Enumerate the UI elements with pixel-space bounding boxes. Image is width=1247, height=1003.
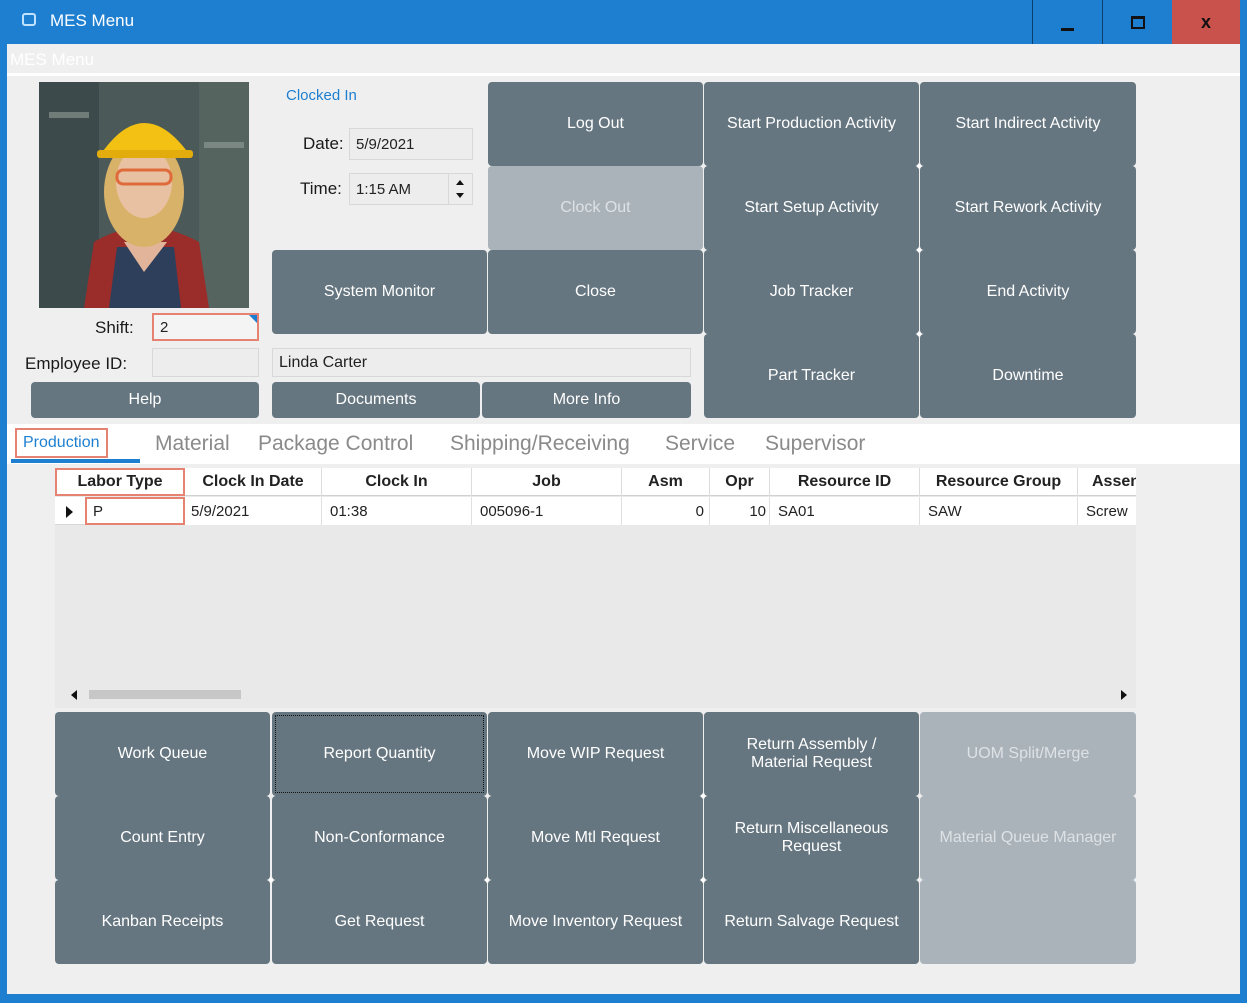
column-header-opr[interactable]: Opr [710,468,770,496]
job-tracker-button[interactable]: Job Tracker [704,250,919,334]
date-label: Date: [303,134,344,153]
app-icon [22,13,36,26]
sub-title-bar [7,44,1240,76]
column-header-labor-type[interactable]: Labor Type [55,468,185,496]
sub-title: MES Menu [10,50,95,69]
end-activity-button[interactable]: End Activity [920,250,1136,334]
column-header-resource-id[interactable]: Resource ID [770,468,920,496]
move-mtl-request-button[interactable]: Move Mtl Request [488,796,703,880]
cell-resource-id[interactable]: SA01 [770,497,920,525]
spin-up-icon[interactable] [456,180,464,185]
clocked-status: Clocked In [286,87,357,104]
work-queue-button[interactable]: Work Queue [55,712,270,796]
documents-button[interactable]: Documents [272,382,480,418]
employee-photo [39,82,249,308]
clock-out-button[interactable]: Clock Out [488,166,703,250]
shift-label: Shift: [95,318,134,337]
column-header-assembly[interactable]: Assen [1078,468,1136,496]
minimize-button[interactable] [1032,0,1102,44]
move-wip-request-button[interactable]: Move WIP Request [488,712,703,796]
close-button[interactable]: Close [488,250,703,334]
empty-action-tile [920,880,1136,964]
close-icon: x [1200,11,1211,32]
tab-material[interactable]: Material [155,432,230,456]
return-assembly-material-button[interactable]: Return Assembly / Material Request [704,712,919,796]
column-header-asm[interactable]: Asm [622,468,710,496]
tab-production[interactable]: Production [15,428,108,458]
column-header-job[interactable]: Job [472,468,622,496]
window-title: MES Menu [50,11,135,30]
downtime-button[interactable]: Downtime [920,334,1136,418]
system-monitor-button[interactable]: System Monitor [272,250,487,334]
minimize-icon [1061,27,1074,31]
cell-clock-in-date[interactable]: 5/9/2021 [185,497,322,525]
start-production-button[interactable]: Start Production Activity [704,82,919,166]
time-field[interactable]: 1:15 AM [349,173,451,205]
cell-asm[interactable]: 0 [622,497,710,525]
return-miscellaneous-button[interactable]: Return Miscellaneous Request [704,796,919,880]
help-button[interactable]: Help [31,382,259,418]
move-inventory-request-button[interactable]: Move Inventory Request [488,880,703,964]
scrollbar-thumb[interactable] [89,690,241,699]
employee-id-field[interactable] [152,348,259,377]
time-label: Time: [300,179,342,198]
column-header-clock-in-date[interactable]: Clock In Date [185,468,322,496]
cell-assembly[interactable]: Screw [1078,497,1136,525]
column-header-clock-in[interactable]: Clock In [322,468,472,496]
tab-package-control[interactable]: Package Control [258,432,413,456]
start-rework-button[interactable]: Start Rework Activity [920,166,1136,250]
active-tab-indicator [11,459,140,463]
material-queue-manager-button[interactable]: Material Queue Manager [920,796,1136,880]
part-tracker-button[interactable]: Part Tracker [704,334,919,418]
shift-corner-marker [249,315,257,323]
scroll-left-icon[interactable] [71,690,77,700]
employee-id-label: Employee ID: [25,354,128,373]
cell-clock-in[interactable]: 01:38 [322,497,472,525]
return-salvage-request-button[interactable]: Return Salvage Request [704,880,919,964]
row-selector-icon [66,506,73,518]
close-window-button[interactable]: x [1172,0,1240,44]
non-conformance-button[interactable]: Non-Conformance [272,796,487,880]
date-field[interactable]: 5/9/2021 [349,128,473,160]
kanban-receipts-button[interactable]: Kanban Receipts [55,880,270,964]
maximize-icon [1130,15,1145,29]
time-spinner[interactable] [448,173,473,205]
cell-opr[interactable]: 10 [710,497,770,525]
start-indirect-button[interactable]: Start Indirect Activity [920,82,1136,166]
report-quantity-button[interactable]: Report Quantity [272,712,487,796]
shift-field[interactable]: 2 [152,313,259,341]
uom-split-merge-button[interactable]: UOM Split/Merge [920,712,1136,796]
cell-labor-type[interactable]: P [85,497,185,525]
start-setup-button[interactable]: Start Setup Activity [704,166,919,250]
scroll-right-icon[interactable] [1121,690,1127,700]
tab-shipping-receiving[interactable]: Shipping/Receiving [450,432,630,456]
tab-service[interactable]: Service [665,432,735,456]
spin-down-icon[interactable] [456,193,464,198]
maximize-button[interactable] [1102,0,1172,44]
count-entry-button[interactable]: Count Entry [55,796,270,880]
employee-name-field: Linda Carter [272,348,691,377]
tab-supervisor[interactable]: Supervisor [765,432,865,456]
cell-job[interactable]: 005096-1 [472,497,622,525]
column-header-resource-group[interactable]: Resource Group [920,468,1078,496]
log-out-button[interactable]: Log Out [488,82,703,166]
cell-resource-group[interactable]: SAW [920,497,1078,525]
more-info-button[interactable]: More Info [482,382,691,418]
get-request-button[interactable]: Get Request [272,880,487,964]
